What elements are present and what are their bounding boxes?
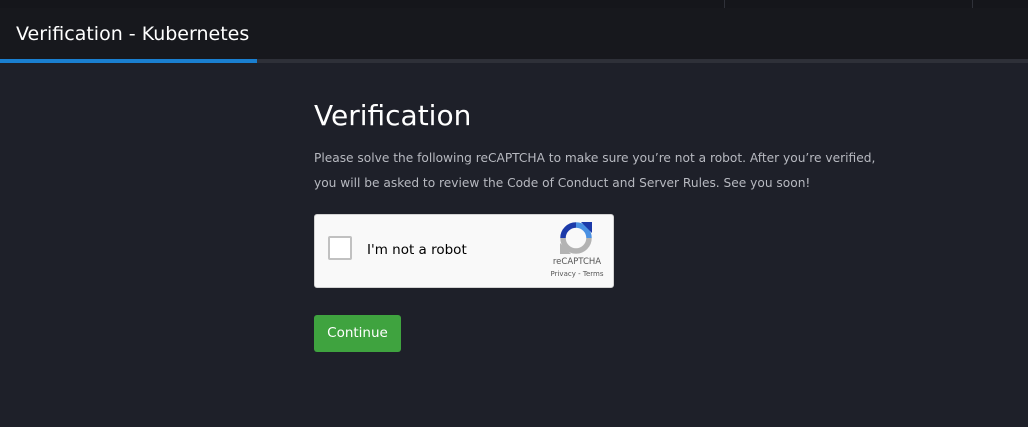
- recaptcha-privacy-link[interactable]: Privacy: [551, 270, 576, 278]
- top-strip-divider: [972, 0, 973, 8]
- progress-bar-fill: [0, 59, 257, 63]
- page-title: Verification: [314, 99, 472, 132]
- verification-description: Please solve the following reCAPTCHA to …: [314, 151, 876, 190]
- recaptcha-links: Privacy - Terms: [542, 269, 612, 279]
- recaptcha-label: I'm not a robot: [367, 242, 467, 258]
- recaptcha-widget: I'm not a robot reCAPTCHA Privacy - Term…: [314, 214, 614, 288]
- top-strip: [0, 0, 1028, 8]
- progress-bar: [0, 59, 1028, 63]
- recaptcha-brand: reCAPTCHA: [552, 257, 602, 267]
- top-strip-divider: [724, 0, 725, 8]
- header-bar: Verification - Kubernetes: [0, 8, 1028, 59]
- recaptcha-terms-link[interactable]: Terms: [583, 270, 604, 278]
- recaptcha-checkbox[interactable]: [328, 236, 352, 260]
- recaptcha-links-separator: -: [575, 270, 583, 278]
- verification-panel: Verification Please solve the following …: [314, 96, 894, 352]
- continue-button[interactable]: Continue: [314, 315, 401, 352]
- header-title: Verification - Kubernetes: [16, 23, 250, 45]
- recaptcha-logo-icon: [560, 222, 592, 254]
